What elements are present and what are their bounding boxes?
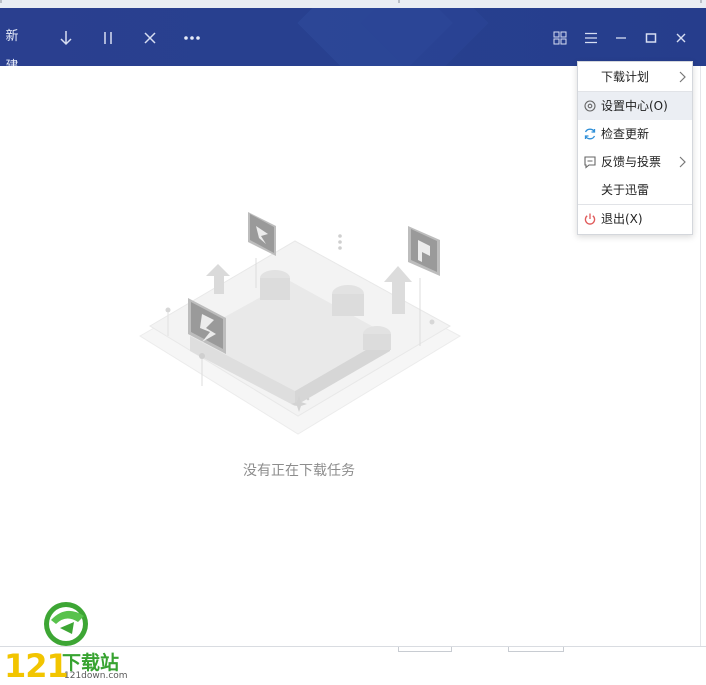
menu-item-download-plan[interactable]: 下载计划 (578, 63, 692, 91)
menu-item-label: 反馈与投票 (601, 155, 662, 169)
bottom-slot (398, 647, 452, 652)
menu-item-about[interactable]: 关于迅雷 (578, 176, 692, 204)
menu-item-settings[interactable]: 设置中心(O) (578, 92, 692, 120)
minimize-icon (616, 36, 626, 39)
power-icon (584, 213, 596, 225)
strip-tick (398, 0, 400, 3)
menu-item-label: 退出(X) (601, 212, 643, 226)
more-button[interactable] (180, 22, 204, 52)
close-icon (144, 31, 156, 44)
maximize-button[interactable] (641, 22, 661, 52)
site-logo-icon (44, 602, 88, 646)
main-toolbar: 新建 (0, 8, 706, 66)
bottom-slot (508, 647, 564, 652)
empty-state-message: 没有正在下载任务 (243, 463, 355, 479)
chevron-right-icon (679, 71, 686, 83)
pause-button[interactable] (98, 22, 118, 52)
watermark-url: 121down.com (64, 671, 128, 681)
menu-item-label: 设置中心(O) (601, 99, 668, 113)
view-mode-button[interactable] (550, 22, 570, 52)
chevron-right-icon (679, 156, 686, 168)
strip-tick (0, 0, 2, 3)
arrow-down-icon (60, 30, 72, 45)
watermark-number: 121 (4, 647, 69, 685)
gear-icon (584, 100, 596, 112)
new-task-button[interactable]: 新建 (0, 22, 24, 66)
pause-icon (104, 31, 112, 44)
strip-tick (700, 0, 702, 3)
close-window-button[interactable] (671, 22, 691, 52)
feedback-icon (584, 156, 596, 169)
menu-item-label: 下载计划 (601, 70, 650, 84)
maximize-icon (645, 32, 657, 43)
menu-item-label: 关于迅雷 (601, 183, 650, 197)
delete-task-button[interactable] (140, 22, 160, 52)
menu-item-label: 检查更新 (601, 127, 650, 141)
main-dropdown-menu: 下载计划 设置中心(O) 检查更新 反馈与投票 关于迅雷 退出(X) (577, 61, 693, 235)
main-menu-button[interactable] (581, 22, 601, 52)
minimize-button[interactable] (611, 22, 631, 52)
empty-state-illustration (139, 212, 462, 435)
refresh-icon (584, 128, 596, 140)
more-icon (184, 35, 200, 40)
grid-icon (553, 31, 567, 44)
hamburger-icon (585, 32, 597, 43)
menu-item-exit[interactable]: 退出(X) (578, 205, 692, 233)
menu-item-check-update[interactable]: 检查更新 (578, 120, 692, 148)
start-download-button[interactable] (56, 22, 76, 52)
close-icon (676, 33, 686, 42)
menu-item-feedback[interactable]: 反馈与投票 (578, 148, 692, 176)
